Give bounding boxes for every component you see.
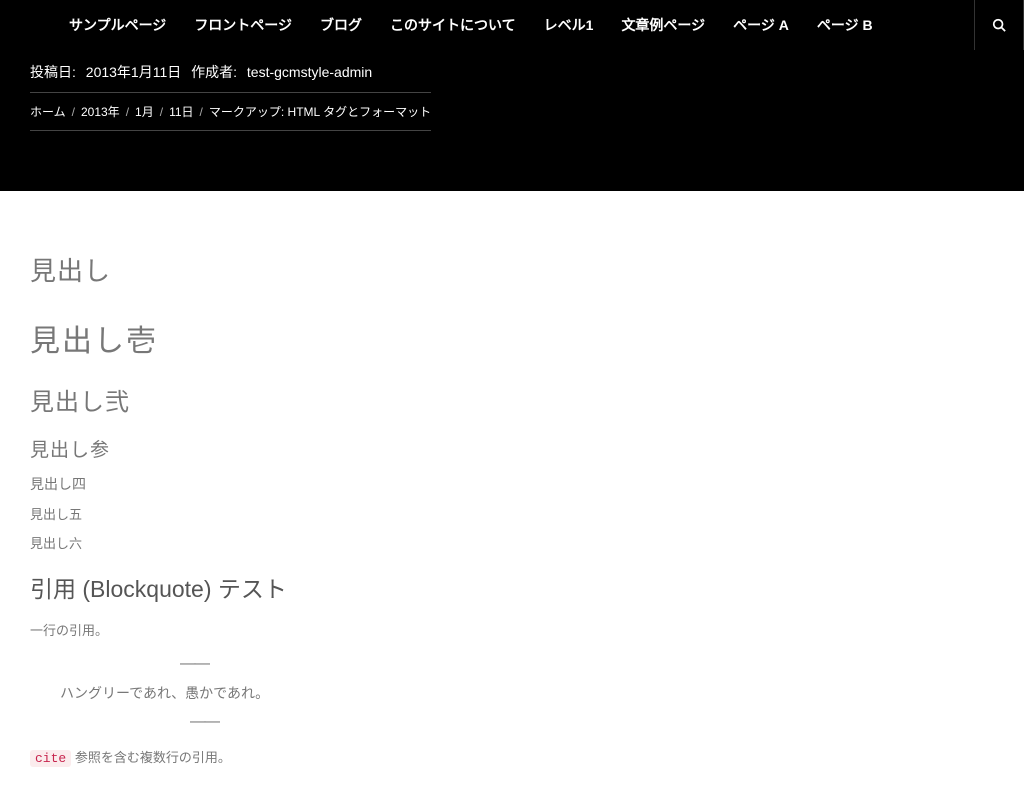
intro-heading: 見出し [30,251,994,288]
breadcrumb-month[interactable]: 1月 [135,103,154,120]
breadcrumb-sep: / [72,105,75,119]
blockquote: —— ハングリーであれ、愚かであれ。 —— [30,655,994,731]
blockquote-dash-top: —— [180,655,994,673]
nav-item-sample-page[interactable]: サンプルページ [55,0,180,52]
nav-items: サンプルページ フロントページ ブログ このサイトについて レベル1 文章例ペー… [0,0,974,52]
blockquote-dash-bottom: —— [190,713,994,731]
author-label: 作成者: [191,64,237,80]
nav-item-example-page[interactable]: 文章例ページ [607,0,719,52]
breadcrumb-year[interactable]: 2013年 [81,103,120,120]
breadcrumb-home[interactable]: ホーム [30,103,66,120]
page-header: サンプルページ フロントページ ブログ このサイトについて レベル1 文章例ペー… [0,0,1024,191]
breadcrumb-sep: / [126,105,129,119]
single-quote-text: 一行の引用。 [30,620,994,639]
nav-item-front-page[interactable]: フロントページ [180,0,306,52]
blockquote-section-title: 引用 (Blockquote) テスト [30,570,994,604]
search-button[interactable] [974,0,1024,50]
breadcrumb-sep: / [160,105,163,119]
search-icon [992,18,1006,32]
author-name[interactable]: test-gcmstyle-admin [247,64,372,80]
main-content: 見出し 見出し壱 見出し弐 見出し参 見出し四 見出し五 見出し六 引用 (Bl… [0,191,1024,796]
blockquote-text: ハングリーであれ、愚かであれ。 [60,683,994,703]
heading-1: 見出し壱 [30,316,994,360]
cite-code: cite [30,750,71,767]
nav-item-page-b[interactable]: ページ B [803,0,887,52]
post-meta: 投稿日: 2013年1月11日 作成者: test-gcmstyle-admin [0,50,1024,92]
posted-label: 投稿日: [30,64,76,80]
nav-item-blog[interactable]: ブログ [306,0,376,52]
nav-item-level1[interactable]: レベル1 [530,0,608,52]
main-nav: サンプルページ フロントページ ブログ このサイトについて レベル1 文章例ペー… [0,0,1024,50]
breadcrumb-day[interactable]: 11日 [169,103,193,120]
heading-4: 見出し四 [30,474,994,494]
heading-5: 見出し五 [30,504,994,523]
heading-6: 見出し六 [30,533,994,552]
heading-2: 見出し弐 [30,382,994,417]
breadcrumb: ホーム / 2013年 / 1月 / 11日 / マークアップ: HTML タグ… [30,92,431,131]
cite-line: cite 参照を含む複数行の引用。 [30,747,994,766]
cite-text: 参照を含む複数行の引用。 [71,750,231,765]
posted-date[interactable]: 2013年1月11日 [86,64,181,80]
nav-item-about[interactable]: このサイトについて [376,0,530,52]
breadcrumb-sep: / [200,105,203,119]
nav-item-page-a[interactable]: ページ A [719,0,803,52]
heading-3: 見出し参 [30,435,994,462]
breadcrumb-current: マークアップ: HTML タグとフォーマット [209,103,431,120]
